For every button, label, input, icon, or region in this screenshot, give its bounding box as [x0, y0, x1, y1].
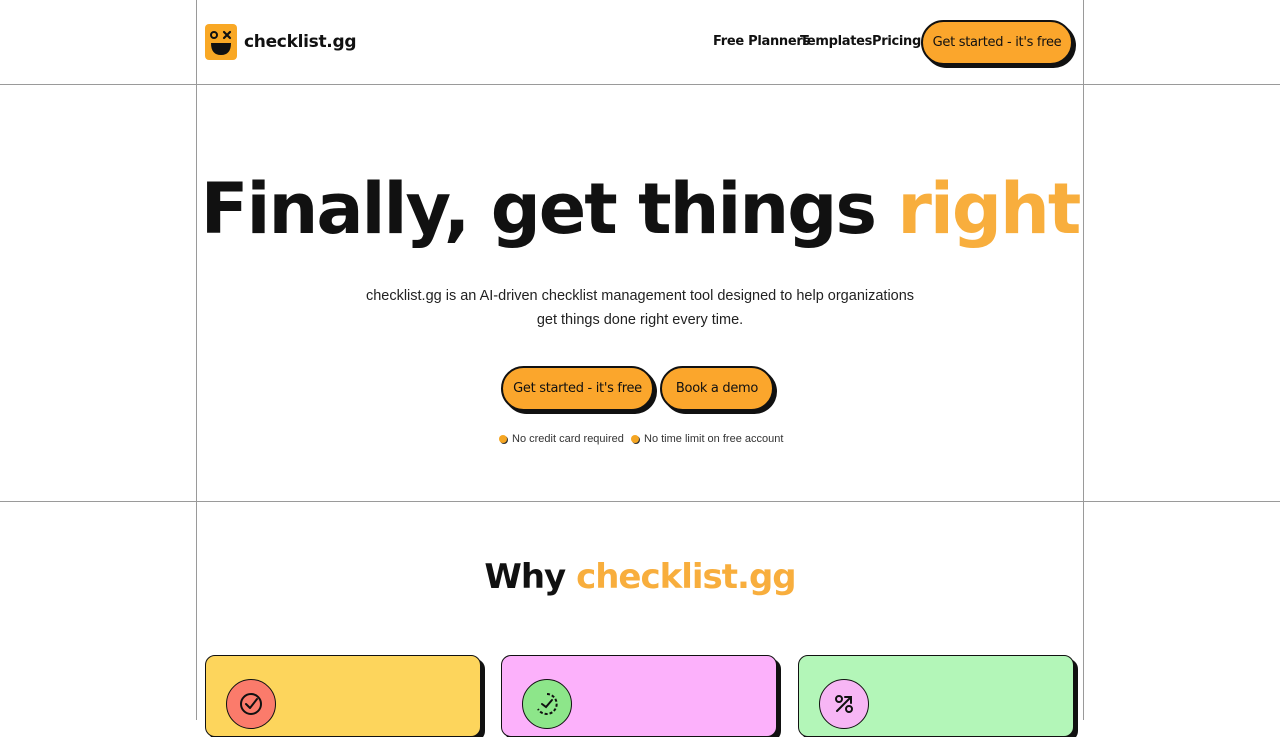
hero-divider	[0, 501, 1280, 502]
hero-subtitle-line1: checklist.gg is an AI-driven checklist m…	[365, 288, 915, 304]
percent-arrow-icon	[819, 679, 869, 729]
nav-pricing[interactable]: Pricing	[872, 34, 921, 49]
brand-name: checklist.gg	[244, 32, 357, 52]
feature-card	[798, 655, 1074, 737]
feature-card	[501, 655, 777, 737]
hero-title-main: Finally, get things	[200, 168, 898, 250]
left-grid-line	[196, 0, 197, 720]
hero-subtitle: checklist.gg is an AI-driven checklist m…	[340, 284, 940, 332]
header-get-started-button[interactable]: Get started - it's free	[921, 20, 1073, 65]
header-get-started-label: Get started - it's free	[932, 35, 1062, 50]
hero-get-started-label: Get started - it's free	[513, 381, 642, 396]
book-demo-label: Book a demo	[675, 381, 759, 396]
nav-templates[interactable]: Templates	[800, 34, 872, 49]
feature-card	[205, 655, 481, 737]
perk-no-credit-card: No credit card required	[499, 433, 624, 445]
nav-free-planners[interactable]: Free Planners	[713, 34, 810, 49]
progress-check-icon	[522, 679, 572, 729]
why-heading-main: Why	[484, 557, 577, 597]
why-heading: Why checklist.gg	[0, 557, 1280, 597]
hero-title: Finally, get things right	[0, 168, 1280, 250]
hero-subtitle-line2: get things done right every time.	[536, 312, 744, 328]
check-circle-icon	[226, 679, 276, 729]
brand-logo[interactable]: checklist.gg	[205, 24, 357, 60]
hero-get-started-button[interactable]: Get started - it's free	[501, 366, 654, 411]
perk-label: No credit card required	[512, 433, 624, 445]
why-heading-accent: checklist.gg	[576, 557, 797, 597]
smiley-logo-icon	[205, 24, 237, 60]
perk-no-time-limit: No time limit on free account	[631, 433, 783, 445]
hero-title-accent: right	[897, 168, 1081, 250]
header-divider	[0, 84, 1280, 85]
book-demo-button[interactable]: Book a demo	[660, 366, 774, 411]
right-grid-line	[1083, 0, 1084, 720]
coin-bullet-icon	[631, 435, 639, 443]
coin-bullet-icon	[499, 435, 507, 443]
perk-label: No time limit on free account	[644, 433, 784, 445]
